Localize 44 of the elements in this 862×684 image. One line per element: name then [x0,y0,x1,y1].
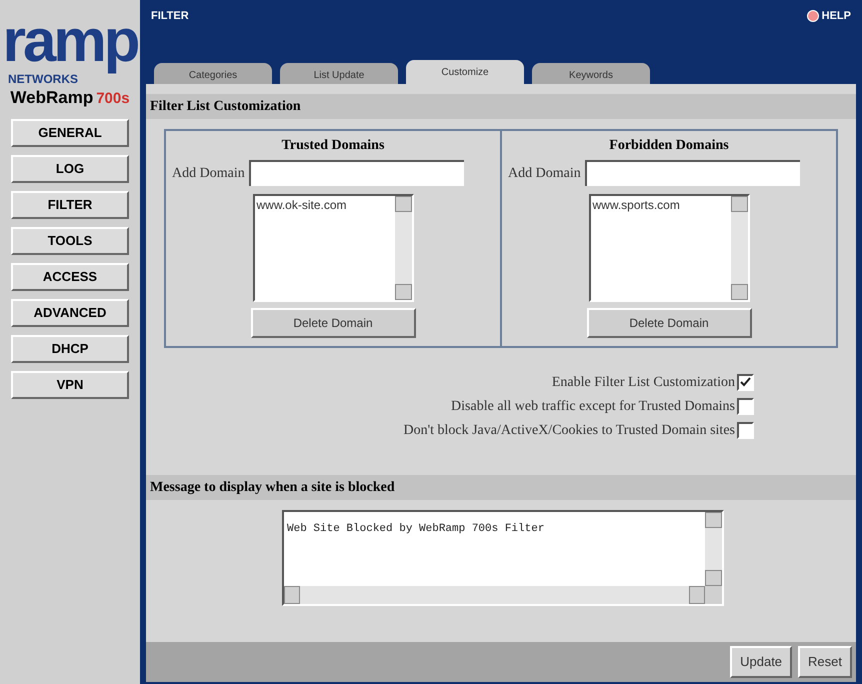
delete-button[interactable]: Delete Domain [586,308,752,338]
section-title: Filter List Customization [150,98,301,116]
field-label: Add Domain [508,164,581,182]
product-name: WebRamp [10,88,94,108]
domain-input[interactable] [248,160,464,186]
message-text: Web Site Blocked by WebRamp 700s Filter [287,523,544,535]
tab[interactable]: Customize [406,60,524,84]
action-button[interactable]: Update [730,646,792,678]
list-title: Forbidden Domains [609,137,729,155]
option-label: Enable Filter List Customization [552,374,735,392]
delete-button[interactable]: Delete Domain [250,308,416,338]
nav-button[interactable]: VPN [11,371,129,399]
nav-button[interactable]: LOG [11,155,129,183]
section-title: Message to display when a site is blocked [150,479,395,497]
help-icon [806,10,819,22]
option-label: Disable all web traffic except for Trusted Domains [451,398,735,416]
scrollbar[interactable] [394,196,412,300]
nav-button[interactable]: ACCESS [11,263,129,291]
scrollbar[interactable] [705,512,722,586]
domain-input[interactable] [584,160,800,186]
nav-button[interactable]: TOOLS [11,227,129,255]
product-model: 700s [96,89,130,109]
scrollbar[interactable] [284,586,705,604]
nav-button[interactable]: GENERAL [11,119,129,147]
logo-company: NETWORKS [8,72,78,86]
list-entry[interactable]: www.sports.com [592,196,728,214]
checkbox[interactable] [737,398,754,415]
resize-corner [705,586,722,604]
logo-wordmark: ramp [2,10,138,72]
page-title: FILTER [151,9,189,24]
checkbox[interactable] [737,422,754,439]
action-button[interactable]: Reset [798,646,852,678]
message-textarea[interactable]: Web Site Blocked by WebRamp 700s Filter [282,510,724,606]
list-entry[interactable]: www.ok-site.com [256,196,392,214]
nav-button[interactable]: FILTER [11,191,129,219]
nav-button[interactable]: ADVANCED [11,299,129,327]
checkbox[interactable] [737,374,754,391]
option-label: Don't block Java/ActiveX/Cookies to Trusted Domain sites [403,422,735,440]
list-title: Trusted Domains [282,137,384,155]
check-icon [740,377,751,388]
help-link[interactable]: HELP [806,8,851,24]
nav-button[interactable]: DHCP [11,335,129,363]
field-label: Add Domain [172,164,245,182]
scrollbar[interactable] [730,196,748,300]
